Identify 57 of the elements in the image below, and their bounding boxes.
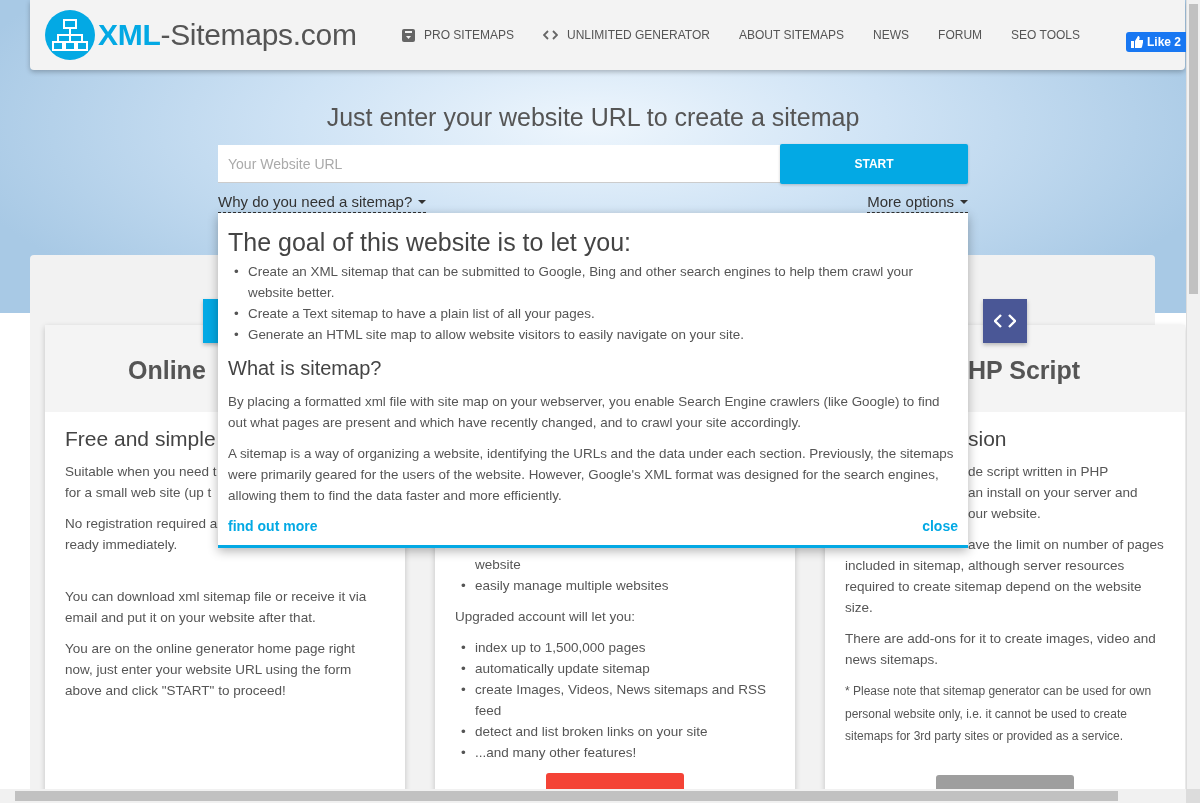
list-item: index up to 1,500,000 pages bbox=[475, 639, 647, 657]
card-subtitle: Free and simple bbox=[65, 426, 217, 452]
url-input-field[interactable]: Your Website URL bbox=[218, 145, 780, 183]
bullet: • bbox=[233, 263, 240, 281]
bullet: • bbox=[460, 660, 467, 678]
paragraph: A sitemap is a way of organizing a website, identifying the URLs and the data under each section. Previously, the sitemaps were primarily geared for the users of the website. However, Google's XML format was designed for the search engines, allowing them to find the data faster and more efficiently. bbox=[228, 445, 955, 505]
scroll-thumb[interactable] bbox=[1189, 4, 1198, 294]
list-item: Generate an HTML site map to allow website visitors to easily navigate on your site. bbox=[248, 326, 745, 344]
archive-icon bbox=[402, 28, 415, 42]
nav-link[interactable]: ABOUT SITEMAPS bbox=[738, 28, 845, 42]
list-item: ...and many other features! bbox=[475, 744, 638, 762]
list-item-text: website bbox=[474, 556, 522, 574]
paragraph: Suitable when you need t for a small web site (up t bbox=[65, 463, 217, 502]
sitemap-icon bbox=[45, 10, 95, 60]
paragraph: No registration required a ready immediately. bbox=[65, 515, 218, 554]
nav-link[interactable]: UNLIMITED GENERATOR bbox=[543, 28, 710, 42]
paragraph: de script written in PHP an install on your server and our website. bbox=[968, 463, 1138, 523]
site-logo[interactable]: XML-Sitemaps.com bbox=[98, 18, 357, 52]
footnote-text: * Please note that sitemap generator can be used for own personal website only, i.e. it cannot be used to create sitemaps for 3rd party sites or provided as a service. bbox=[845, 683, 1153, 745]
list-item: detect and list broken links on your site bbox=[475, 723, 709, 741]
page-heading: Just enter your website URL to create a sitemap bbox=[325, 102, 861, 132]
code-icon bbox=[994, 313, 1016, 329]
paragraph: You are on the online generator home page right now, just enter your website URL using the form above and click "START" to proceed! bbox=[65, 640, 356, 700]
popup-subheading: What is sitemap? bbox=[228, 356, 383, 381]
list-item: automatically update sitemap bbox=[475, 660, 651, 678]
list-item: easily manage multiple websites bbox=[475, 577, 670, 595]
paragraph: Upgraded account will let you: bbox=[455, 608, 637, 626]
horizontal-scrollbar[interactable] bbox=[0, 789, 1186, 803]
bullet: • bbox=[233, 326, 240, 344]
nav-link[interactable]: SEO TOOLS bbox=[1011, 28, 1080, 42]
thumbs-up-icon bbox=[1131, 36, 1143, 48]
paragraph: There are add-ons for it to create images, video and news sitemaps. bbox=[845, 630, 1157, 669]
bullet: • bbox=[460, 577, 467, 595]
paragraph: By placing a formatted xml file with site map on your webserver, you enable Search Engine crawlers (like Google) to find out what pages are present and which have recently changed, and to crawl your site accordingly. bbox=[228, 393, 941, 432]
caret-icon bbox=[418, 200, 427, 204]
code-icon bbox=[543, 29, 559, 41]
caret-icon bbox=[960, 200, 968, 204]
bullet: • bbox=[460, 639, 467, 657]
scroll-thumb[interactable] bbox=[15, 791, 1118, 801]
vertical-scrollbar[interactable] bbox=[1186, 0, 1200, 789]
paragraph: ave the limit on number of pages included in sitemap, although server resources required to create sitemap depend on the website size. bbox=[845, 536, 1164, 617]
paragraph: You can download xml sitemap file or receive it via email and put it on your website after that. bbox=[65, 588, 368, 627]
card-title: Online bbox=[128, 355, 206, 385]
nav-link[interactable]: NEWS bbox=[873, 28, 910, 42]
card-title: HP Script bbox=[968, 355, 1081, 385]
card-subtitle: sion bbox=[968, 426, 1008, 452]
like-button[interactable]: Like 2 bbox=[1126, 32, 1186, 52]
list-item: Create an XML sitemap that can be submitted to Google, Bing and other search engines to help them crawl your website better. bbox=[248, 263, 914, 302]
popup-heading: The goal of this website is to let you: bbox=[228, 227, 632, 257]
scrollbar-corner bbox=[1186, 789, 1200, 803]
bullet: • bbox=[233, 305, 240, 323]
list-item: Create a Text sitemap to have a plain list of all your pages. bbox=[248, 305, 596, 323]
bullet: • bbox=[460, 744, 467, 762]
nav-link[interactable]: FORUM bbox=[938, 28, 983, 42]
bullet: • bbox=[460, 681, 467, 699]
nav-link[interactable]: PRO SITEMAPS bbox=[402, 28, 515, 42]
bullet: • bbox=[460, 723, 467, 741]
